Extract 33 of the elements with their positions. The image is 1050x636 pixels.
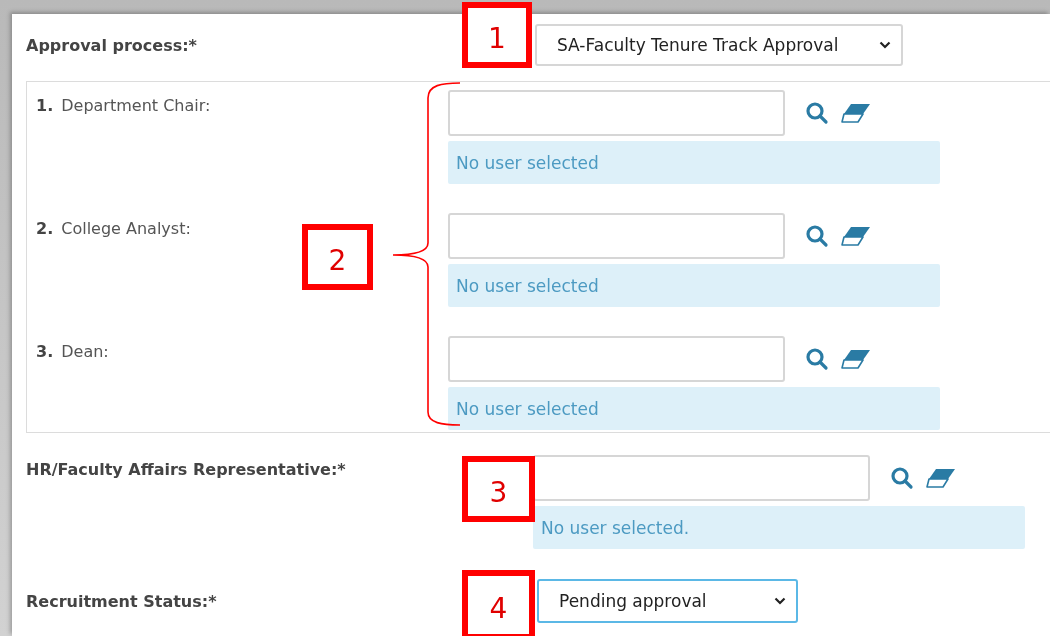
eraser-icon[interactable] <box>841 226 871 246</box>
callout-number: 3 <box>462 456 535 522</box>
field-label: Recruitment Status:* <box>26 591 217 611</box>
field-label: HR/Faculty Affairs Representative:* <box>26 459 346 479</box>
dropdown[interactable]: SA-Faculty Tenure Track Approval <box>535 24 903 66</box>
step-number: 3. <box>36 342 54 363</box>
search-icon[interactable] <box>890 466 914 490</box>
chevron-down-icon <box>879 41 891 49</box>
selection-status-message: No user selected. <box>533 506 1025 549</box>
step-number: 2. <box>36 219 54 240</box>
eraser-icon[interactable] <box>841 103 871 123</box>
step-number: 1. <box>36 96 54 117</box>
selection-status-message: No user selected <box>448 141 940 184</box>
user-input-field[interactable] <box>533 455 870 501</box>
search-icon[interactable] <box>805 101 829 125</box>
eraser-icon[interactable] <box>841 349 871 369</box>
callout-number: 1 <box>462 2 532 68</box>
chevron-down-icon <box>774 597 786 605</box>
user-input-field[interactable] <box>448 213 785 259</box>
callout-number: 2 <box>302 224 373 290</box>
selection-status-message: No user selected <box>448 264 940 307</box>
dropdown[interactable]: Pending approval <box>537 579 798 623</box>
approver-role-label: Dean: <box>61 342 109 363</box>
user-input-field[interactable] <box>448 90 785 136</box>
field-label: Approval process:* <box>26 35 197 55</box>
approver-role-label: Department Chair: <box>61 96 211 117</box>
callout-number: 4 <box>462 570 535 636</box>
search-icon[interactable] <box>805 347 829 371</box>
approver-role-label: College Analyst: <box>61 219 191 240</box>
user-input-field[interactable] <box>448 336 785 382</box>
search-icon[interactable] <box>805 224 829 248</box>
selection-status-message: No user selected <box>448 387 940 430</box>
eraser-icon[interactable] <box>926 468 956 488</box>
